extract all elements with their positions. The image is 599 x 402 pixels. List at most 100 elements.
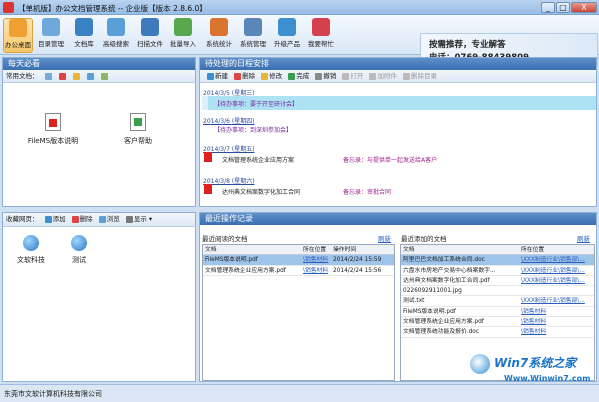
- home-icon: [9, 19, 27, 37]
- help-icon: [312, 18, 330, 36]
- schedule-entry[interactable]: 文档管理系统企业应用方案: [222, 155, 294, 164]
- schedule-toolbar: 新建 删除 修改 完成 撤销 打开 加附件 删除目录: [200, 70, 596, 83]
- pdf-file-icon: [204, 184, 212, 194]
- refresh-icon[interactable]: [100, 72, 108, 80]
- toolbar-stats[interactable]: 系统统计: [204, 18, 234, 53]
- toolbar-import[interactable]: 批量导入: [168, 18, 198, 53]
- toolbar-admin[interactable]: 系统管理: [238, 18, 268, 53]
- settings-icon: [244, 18, 262, 36]
- toolbar-search[interactable]: 高级搜索: [101, 18, 131, 53]
- doc-item[interactable]: 客户帮助: [108, 113, 168, 146]
- remove-doc-icon[interactable]: [58, 72, 66, 80]
- table-header: 文档 所在位置 操作时间: [203, 245, 394, 256]
- undo-icon: [315, 72, 323, 80]
- add-favorite-button[interactable]: 添加: [53, 215, 66, 223]
- panel-title: 最近操作记录: [200, 213, 596, 225]
- toolbar-desktop[interactable]: 办公桌面: [3, 18, 33, 53]
- schedule-entry-selected[interactable]: 【待办事项：要于开至研讨会】: [202, 96, 596, 110]
- watermark-url: Www.Winwin7.com: [504, 374, 591, 383]
- table-row[interactable]: FileMS版本说明.pdf \销售材料: [401, 307, 594, 318]
- display-menu[interactable]: 显示: [134, 215, 147, 223]
- view-icon[interactable]: [86, 72, 94, 80]
- watermark-brand: Win7系统之家: [494, 356, 577, 370]
- toolbar-library[interactable]: 文档库: [70, 18, 98, 53]
- done-button[interactable]: 完成: [296, 72, 309, 80]
- browse-favorite-button[interactable]: 浏览: [107, 215, 120, 223]
- delete-icon: [71, 215, 79, 223]
- remove-dir-button[interactable]: 删除目录: [411, 72, 437, 80]
- common-docs-panel: 每天必看 常用文档： FileMS版本说明 客户帮助: [2, 57, 196, 207]
- table-row[interactable]: 阿里巴巴文档加工系统合同.doc \XXX制造行业\销售部\...: [401, 255, 594, 266]
- favorite-item[interactable]: 文软科技: [13, 235, 49, 265]
- table-row[interactable]: 文档管理系统企业应用方案.pdf \销售材料: [401, 317, 594, 328]
- chevron-down-icon: ▾: [146, 215, 153, 223]
- open-folder-icon[interactable]: [72, 72, 80, 80]
- attach-icon: [369, 72, 377, 80]
- search-icon: [107, 18, 125, 36]
- maximize-button[interactable]: □: [556, 2, 570, 13]
- schedule-note: 备忘录：与提供单一起发送给A客户: [343, 157, 438, 164]
- add-doc-icon[interactable]: [44, 72, 52, 80]
- favorites-panel: 收藏网页： 添加 删除 浏览 显示 ▾ 文软科技 测试: [2, 212, 196, 382]
- close-button[interactable]: X: [571, 2, 597, 13]
- pdf-file-icon: [204, 152, 212, 162]
- table-row[interactable]: 文档管理系统功能及报价.doc \销售材料: [401, 327, 594, 338]
- schedule-entry[interactable]: 【待办事项：到深圳参加会】: [214, 125, 292, 134]
- recent-read-title: 最近阅读的文档: [202, 235, 248, 243]
- add-icon: [44, 215, 52, 223]
- open-icon: [342, 72, 350, 80]
- doc-item[interactable]: FileMS版本说明: [23, 113, 83, 146]
- remove-dir-icon: [403, 72, 411, 80]
- delete-button[interactable]: 删除: [242, 72, 255, 80]
- delete-favorite-button[interactable]: 删除: [80, 215, 93, 223]
- recent-read-table: 文档 所在位置 操作时间 FileMS版本说明.pdf \销售材料 2014/2/24 …: [202, 244, 395, 381]
- table-row[interactable]: 0226092911001.jpg: [401, 286, 594, 297]
- recent-added-title: 最近添加的文档: [401, 235, 447, 243]
- refresh-added-link[interactable]: 刷新: [577, 233, 590, 243]
- delete-icon: [234, 72, 242, 80]
- table-row[interactable]: 文档管理系统企业应用方案.pdf \销售材料 2014/2/24 15:56: [203, 266, 394, 276]
- app-icon: [3, 2, 14, 13]
- schedule-date[interactable]: 2014/3/6 (星期四): [203, 116, 255, 125]
- schedule-entry[interactable]: 达州典文档案数字化加工合同: [222, 187, 300, 196]
- main-toolbar: 办公桌面 目录管理 文档库 高级搜索 扫描文件 批量导入 系统统计 系统管理 升…: [0, 15, 599, 67]
- library-icon: [75, 18, 93, 36]
- browse-icon: [98, 215, 106, 223]
- table-row[interactable]: 达州典文档案数字化加工合同.pdf \XXX制造行业\销售部\...: [401, 276, 594, 287]
- banner-slogan: 按需推荐，专业解答: [429, 40, 506, 50]
- web-globe-icon: [23, 235, 39, 251]
- panel-title: 待处理的日程安排: [200, 58, 596, 70]
- import-icon: [174, 18, 192, 36]
- table-row[interactable]: FileMS版本说明.pdf \销售材料 2014/2/24 15:59: [203, 255, 394, 266]
- company-name: 东莞市文软计算机科技有限公司: [4, 390, 102, 398]
- new-icon: [207, 72, 214, 80]
- favorite-item[interactable]: 测试: [61, 235, 97, 265]
- edit-icon: [261, 72, 269, 80]
- display-icon: [125, 215, 133, 223]
- attach-button[interactable]: 加附件: [377, 72, 397, 80]
- open-button[interactable]: 打开: [350, 72, 363, 80]
- document-file-icon: [130, 113, 146, 131]
- undo-button[interactable]: 撤销: [323, 72, 336, 80]
- windows-logo-icon: [470, 354, 490, 374]
- table-row[interactable]: 测试.txt \XXX制造行业\销售部\...: [401, 296, 594, 307]
- title-bar: 【单机版】办公文档管理系统 -- 企业版【版本 2.8.6.0】 _ □ X: [0, 0, 599, 15]
- table-row[interactable]: 六盘水市房地产交易中心档案数字... \XXX制造行业\销售部\...: [401, 266, 594, 276]
- toolbar-directory[interactable]: 目录管理: [36, 18, 66, 53]
- favorites-toolbar: 收藏网页： 添加 删除 浏览 显示 ▾: [3, 213, 195, 227]
- scanner-icon: [141, 18, 159, 36]
- new-button[interactable]: 新建: [215, 72, 228, 80]
- modify-button[interactable]: 修改: [269, 72, 282, 80]
- toolbar-help[interactable]: 我要帮忙: [306, 18, 336, 53]
- common-docs-toolbar: 常用文档：: [3, 70, 195, 83]
- minimize-button[interactable]: _: [541, 2, 555, 13]
- schedule-panel: 待处理的日程安排 新建 删除 修改 完成 撤销 打开 加附件 删除目录 2014…: [199, 57, 597, 207]
- chart-icon: [210, 18, 228, 36]
- window-title: 【单机版】办公文档管理系统 -- 企业版【版本 2.8.6.0】: [18, 4, 207, 13]
- schedule-note: 备忘录：审批合同: [343, 189, 392, 196]
- refresh-read-link[interactable]: 刷新: [378, 233, 391, 243]
- upgrade-icon: [278, 18, 296, 36]
- toolbar-scan[interactable]: 扫描文件: [135, 18, 165, 53]
- toolbar-upgrade[interactable]: 升级产品: [272, 18, 302, 53]
- check-icon: [288, 72, 296, 80]
